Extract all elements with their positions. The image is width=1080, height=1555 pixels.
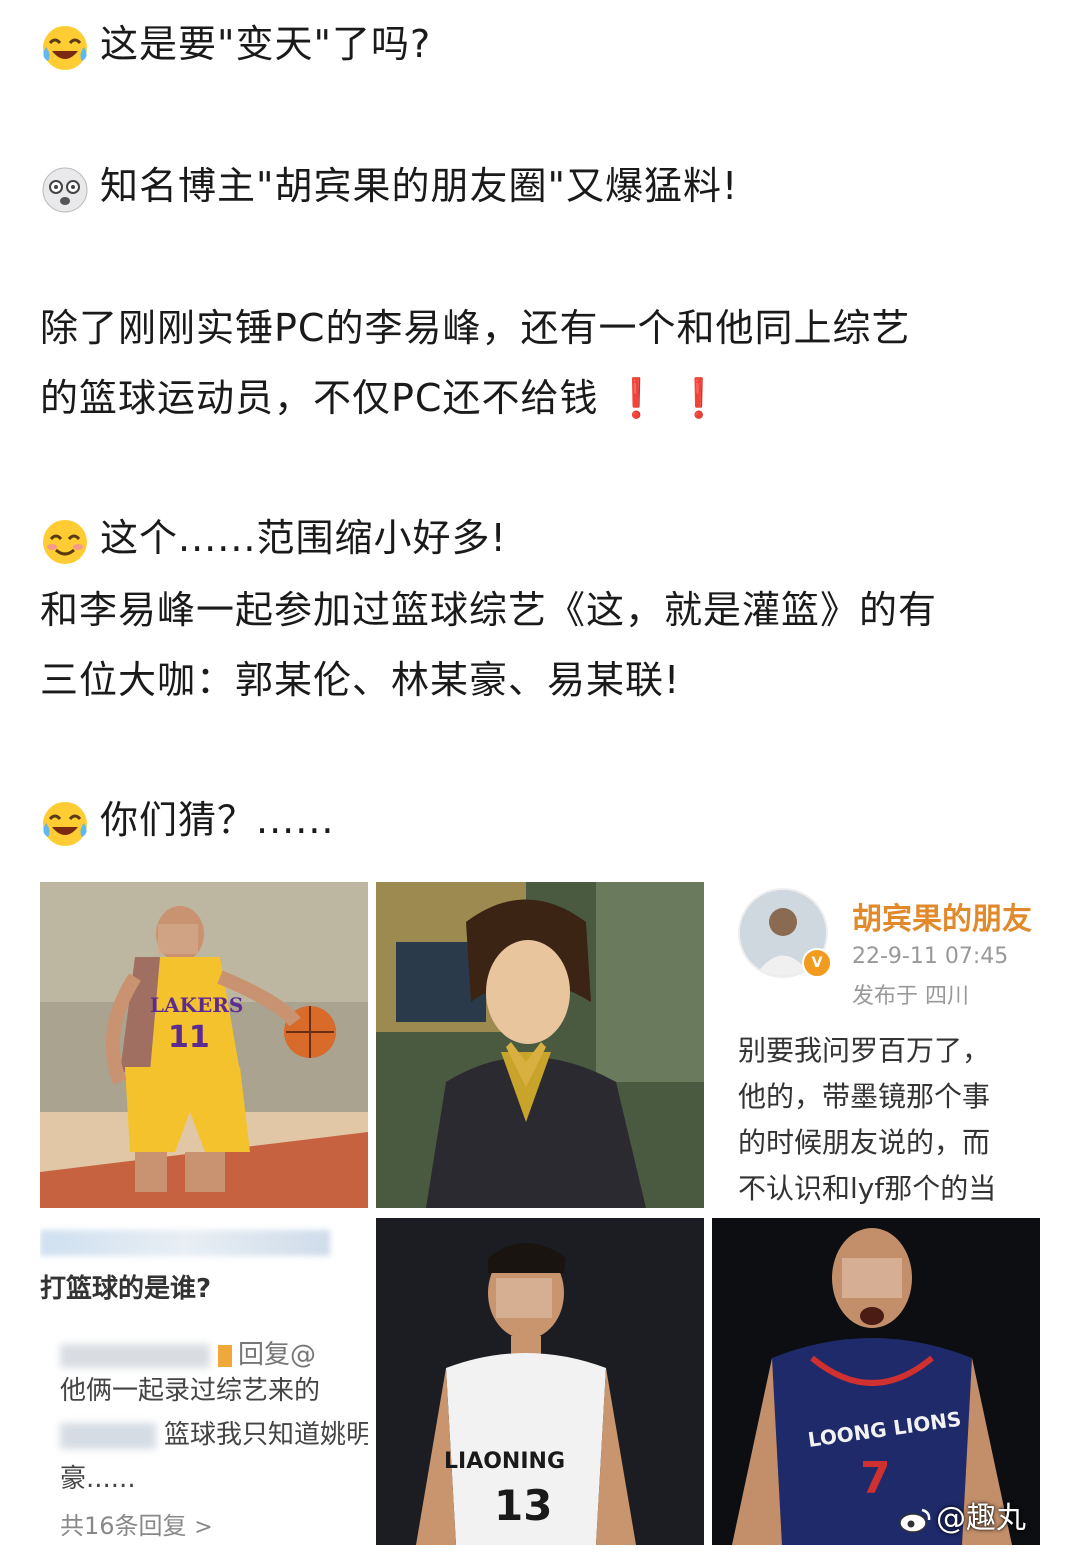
- post-body: 别要我问罗百万了， 他的，带墨镜那个事 的时候朋友说的，而 不认识和lyf那个的…: [738, 1034, 997, 1205]
- post-line-3a: 除了刚刚实锤PC的李易峰，还有一个和他同上综艺: [40, 306, 911, 350]
- post-location: 发布于 四川: [852, 984, 969, 1009]
- more-replies-link[interactable]: 共16条回复 >: [60, 1506, 213, 1541]
- reply-text: 篮球我只知道姚明: [60, 1414, 368, 1451]
- image-grid: LAKERS 11 V 胡宾果的朋友 22-9-11 07:45 发布于 四川 …: [40, 882, 1040, 1545]
- reply-header: 回复@: [60, 1334, 316, 1371]
- photo-loong-lions-player[interactable]: LOONG LIONS 7 @趣丸: [712, 1218, 1040, 1545]
- jersey-number-text: 13: [494, 1481, 552, 1530]
- photo-liaoning-player[interactable]: LIAONING 13: [376, 1218, 704, 1545]
- post-line-5a: 和李易峰一起参加过篮球综艺《这，就是灌篮》的有: [40, 588, 938, 632]
- weibo-icon: [898, 1506, 932, 1534]
- jersey-number-text: 11: [168, 1020, 210, 1055]
- post-line-2: 知名博主"胡宾果的朋友圈"又爆猛料!: [40, 162, 738, 213]
- smiling-blush-icon: [40, 517, 94, 565]
- post-line-1: 这是要"变天"了吗?: [40, 20, 431, 71]
- photo-lakers-player[interactable]: LAKERS 11: [40, 882, 368, 1208]
- crying-laughing-icon: [40, 23, 94, 71]
- photo-portrait[interactable]: [376, 882, 704, 1208]
- post-line-3b: 的篮球运动员，不仅PC还不给钱 ❗ ❗: [40, 376, 724, 420]
- blurred-text: [40, 1230, 330, 1256]
- post-line-4: 这个......范围缩小好多!: [40, 514, 507, 565]
- reply-text: 豪......: [60, 1464, 136, 1494]
- username[interactable]: 胡宾果的朋友: [852, 894, 1032, 938]
- watermark: @趣丸: [898, 1493, 1026, 1537]
- exclamation-icon: ❗ ❗: [612, 376, 724, 420]
- jersey-team-text: LIAONING: [444, 1449, 565, 1474]
- verified-badge-icon: V: [802, 948, 832, 978]
- comment-question: 打篮球的是谁?: [40, 1274, 212, 1304]
- crying-laughing-icon: [40, 799, 94, 847]
- post-line-6: 你们猜？......: [40, 796, 334, 847]
- dizzy-face-icon: [40, 165, 94, 213]
- badge-icon: [218, 1344, 232, 1367]
- weibo-post-screenshot[interactable]: V 胡宾果的朋友 22-9-11 07:45 发布于 四川 别要我问罗百万了， …: [712, 882, 1040, 1208]
- chevron-right-icon: >: [194, 1515, 213, 1540]
- comment-screenshot[interactable]: 打篮球的是谁? 回复@ 他俩一起录过综艺来的 篮球我只知道姚明 豪...... …: [40, 1218, 368, 1545]
- blurred-username: [60, 1343, 210, 1368]
- blurred-text: [60, 1422, 156, 1449]
- jersey-number-text: 7: [860, 1453, 891, 1504]
- post-time: 22-9-11 07:45: [852, 944, 1009, 969]
- jersey-team-text: LAKERS: [150, 993, 243, 1017]
- reply-text: 他俩一起录过综艺来的: [60, 1376, 321, 1406]
- post-line-5b: 三位大咖：郭某伦、林某豪、易某联!: [40, 658, 681, 702]
